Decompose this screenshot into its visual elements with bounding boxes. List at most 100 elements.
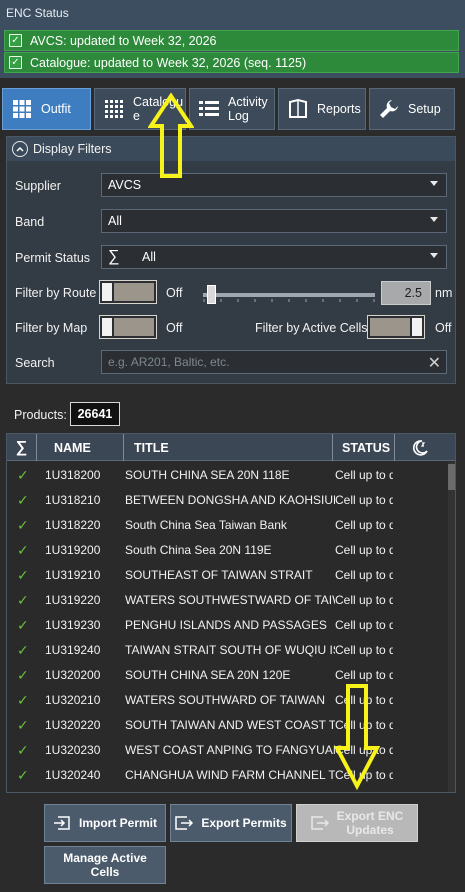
moon-icon	[412, 439, 428, 456]
table-row[interactable]: ✓ 1U318220 South China Sea Taiwan Bank Cell…	[7, 512, 447, 537]
export-permits-button[interactable]: Export Permits	[170, 804, 292, 842]
clear-icon[interactable]: ✕	[428, 353, 441, 373]
cell-name: 1U318200	[45, 468, 101, 482]
chevron-down-icon	[430, 217, 438, 222]
filter-active-cells-toggle[interactable]	[367, 315, 425, 339]
cell-name: 1U319210	[45, 568, 101, 582]
filter-route-state: Off	[166, 286, 183, 300]
cell-status: Cell up to date	[335, 643, 393, 657]
tab-label: Setup	[408, 102, 441, 116]
check-icon: ✓	[17, 567, 29, 583]
permit-status-dropdown[interactable]: ∑ All	[101, 245, 447, 269]
cell-status: Cell up to date	[335, 493, 393, 507]
table-row[interactable]: ✓ 1U318210 BETWEEN DONGSHA AND KAOHSIUNG Ce…	[7, 487, 447, 512]
toggle-knob	[412, 318, 422, 336]
list-icon	[198, 98, 220, 120]
table-header: ∑ NAME TITLE STATUS	[7, 434, 455, 461]
route-distance-input[interactable]: 2.5	[381, 281, 431, 305]
chevron-down-icon	[430, 181, 438, 186]
check-icon: ✓	[17, 592, 29, 608]
name-column-header[interactable]: NAME	[37, 434, 124, 461]
moon-column-header[interactable]	[395, 434, 445, 461]
cell-name: 1U320220	[45, 718, 101, 732]
cell-title: SOUTH CHINA SEA 20N 118E	[125, 468, 290, 482]
table-row[interactable]: ✓ 1U320230 WEST COAST ANPING TO FANGYUAN Ce…	[7, 737, 447, 762]
status-column-header[interactable]: STATUS	[333, 434, 395, 461]
permit-status-label: Permit Status	[15, 251, 91, 265]
table-row[interactable]: ✓ 1U319230 PENGHU ISLANDS AND PASSAGES Cell…	[7, 612, 447, 637]
cell-title: SOUTH TAIWAN AND WEST COAST TO	[125, 718, 335, 732]
route-distance-unit: nm	[435, 286, 453, 300]
tab-outfit[interactable]: Outfit	[2, 88, 91, 130]
cell-title: South China Sea Taiwan Bank	[125, 518, 287, 532]
slider-thumb[interactable]	[207, 285, 216, 304]
cell-title: CHANGHUA WIND FARM CHANNEL TO	[125, 768, 335, 782]
display-filters-header[interactable]: Display Filters	[7, 137, 455, 161]
table-row[interactable]: ✓ 1U319210 SOUTHEAST OF TAIWAN STRAIT Cell …	[7, 562, 447, 587]
export-icon	[310, 816, 329, 830]
cell-status: Cell up to date	[335, 543, 393, 557]
products-count: 26641	[70, 402, 120, 426]
cell-status: Cell up to date	[335, 668, 393, 682]
cell-title: TAIWAN STRAIT SOUTH OF WUQIU ISLAND	[125, 643, 335, 657]
grid-icon	[11, 98, 33, 120]
search-box: ✕	[101, 350, 447, 374]
sigma-icon: ∑	[108, 248, 120, 265]
cell-name: 1U318210	[45, 493, 101, 507]
collapse-icon[interactable]	[12, 141, 28, 157]
band-value: All	[108, 214, 122, 228]
table-row[interactable]: ✓ 1U320210 WATERS SOUTHWARD OF TAIWAN Cell …	[7, 687, 447, 712]
title-column-header[interactable]: TITLE	[124, 434, 333, 461]
cell-status: Cell up to date	[335, 518, 393, 532]
table-row[interactable]: ✓ 1U318200 SOUTH CHINA SEA 20N 118E Cell up…	[7, 462, 447, 487]
cell-title: BETWEEN DONGSHA AND KAOHSIUNG	[125, 493, 335, 507]
table-row[interactable]: ✓ 1U320240 CHANGHUA WIND FARM CHANNEL TO Ce…	[7, 762, 447, 787]
filter-map-toggle[interactable]	[99, 315, 157, 339]
table-row[interactable]: ✓ 1U319220 WATERS SOUTHWESTWARD OF TAIWANC…	[7, 587, 447, 612]
enc-status-panel: ENC Status ✓ AVCS: updated to Week 32, 2…	[0, 0, 465, 78]
check-icon: ✓	[17, 617, 29, 633]
display-filters-title: Display Filters	[33, 142, 112, 156]
table-row[interactable]: ✓ 1U319240 TAIWAN STRAIT SOUTH OF WUQIU IS…	[7, 637, 447, 662]
products-table: ∑ NAME TITLE STATUS ✓ 1U318200 SOUTH CHINA…	[6, 433, 456, 793]
tab-activity-log[interactable]: Activity Log	[189, 88, 275, 130]
cell-title: PENGHU ISLANDS AND PASSAGES	[125, 618, 327, 632]
search-input[interactable]	[102, 351, 422, 373]
cell-title: WATERS SOUTHWARD OF TAIWAN	[125, 693, 325, 707]
status-item-avcs: ✓ AVCS: updated to Week 32, 2026	[4, 30, 459, 51]
table-row[interactable]: ✓ 1U320220 SOUTH TAIWAN AND WEST COAST TO C…	[7, 712, 447, 737]
annotation-arrow-up	[148, 92, 194, 178]
band-label: Band	[15, 215, 45, 229]
table-scrollbar[interactable]	[448, 462, 455, 792]
scrollbar-thumb[interactable]	[448, 464, 455, 490]
annotation-arrow-down	[334, 684, 380, 791]
import-permit-button[interactable]: Import Permit	[44, 804, 166, 842]
cell-title: WEST COAST ANPING TO FANGYUAN	[125, 743, 335, 757]
filter-map-state: Off	[166, 321, 183, 335]
tab-setup[interactable]: Setup	[369, 88, 455, 130]
check-icon: ✓	[17, 717, 29, 733]
route-distance-slider[interactable]	[203, 293, 375, 297]
manage-active-cells-button[interactable]: Manage Active Cells	[44, 846, 166, 884]
tab-label: Reports	[317, 102, 361, 116]
band-dropdown[interactable]: All	[101, 209, 447, 233]
cell-name: 1U318220	[45, 518, 101, 532]
sigma-column-header[interactable]: ∑	[7, 434, 37, 461]
table-row[interactable]: ✓ 1U319200 South China Sea 20N 119E Cell up…	[7, 537, 447, 562]
export-enc-updates-button[interactable]: Export ENC Updates	[296, 804, 418, 842]
slider-ticks	[203, 299, 375, 302]
filter-route-label: Filter by Route	[15, 286, 97, 300]
cell-name: 1U319200	[45, 543, 101, 557]
cell-name: 1U319240	[45, 643, 101, 657]
permit-status-value: All	[142, 250, 156, 264]
status-item-catalogue: ✓ Catalogue: updated to Week 32, 2026 (s…	[4, 52, 459, 73]
tab-label: Activity Log	[228, 95, 268, 123]
filter-route-toggle[interactable]	[99, 280, 157, 304]
tab-reports[interactable]: Reports	[278, 88, 366, 130]
check-icon: ✓	[17, 692, 29, 708]
filter-map-label: Filter by Map	[15, 321, 88, 335]
enc-status-title: ENC Status	[6, 6, 69, 20]
table-row[interactable]: ✓ 1U320200 SOUTH CHINA SEA 20N 120E Cell up…	[7, 662, 447, 687]
check-icon: ✓	[17, 767, 29, 783]
toggle-track	[370, 318, 410, 336]
